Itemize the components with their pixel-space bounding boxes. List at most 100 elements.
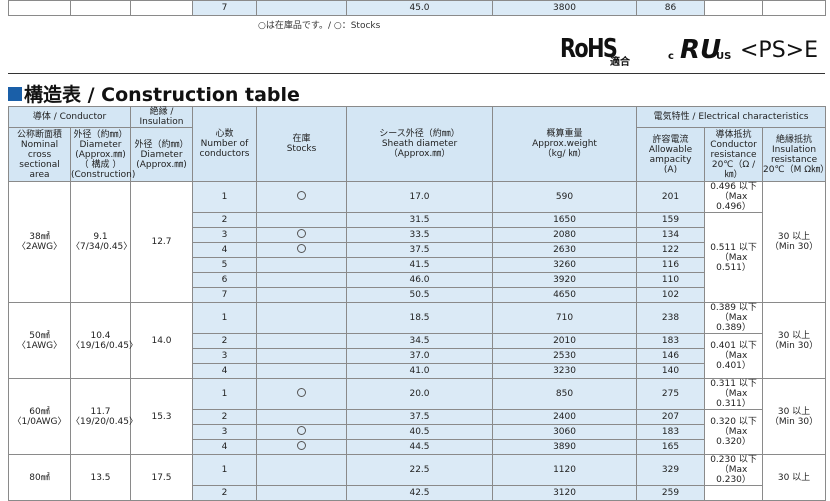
- ampacity-cell: 140: [636, 363, 706, 379]
- stock-circle-icon: [297, 388, 307, 397]
- weight-cell: 3800: [492, 0, 637, 16]
- cell-text: シース外径（約㎜）: [379, 129, 460, 139]
- cell-text: 140: [661, 366, 680, 376]
- weight-cell: 3060: [492, 424, 638, 440]
- insulation-resistance-cell: 30 以上 （Min 30）: [762, 302, 827, 379]
- cores-cell: 5: [192, 257, 258, 273]
- cell-text: Allowable: [648, 144, 693, 155]
- weight-cell: 2400: [492, 409, 638, 425]
- cores-cell: 2: [192, 333, 258, 349]
- cell-text: 259: [661, 488, 680, 498]
- insulation-diameter-cell: 14.0: [130, 302, 194, 379]
- cell-text: 2: [221, 336, 228, 346]
- cell-text: 外径（約㎜）: [134, 139, 189, 150]
- cell-text: 146: [661, 351, 680, 361]
- cell-text: 0.511 以下: [710, 242, 757, 253]
- cell-text: 3890: [553, 442, 576, 452]
- weight-cell: 2630: [492, 242, 638, 258]
- cell-text: 4: [221, 366, 228, 376]
- cell-text: 9.1: [93, 232, 108, 242]
- cell-text: 41.0: [409, 366, 430, 376]
- cell-text: （Max 0.496）: [716, 192, 751, 212]
- cell-text: 850: [555, 389, 574, 399]
- cell-text: 絶縁抵抗: [776, 134, 813, 145]
- cell-text: 41.5: [409, 260, 430, 270]
- cell-text: 7: [221, 290, 228, 300]
- stock-header: 在庫 Stocks: [256, 106, 348, 182]
- cell-text: 〈2AWG〉: [16, 242, 63, 252]
- ul-logo: RU: [680, 35, 722, 65]
- table-row: 60㎟ 〈1/0AWG〉 11.7 〈19/20/0.45〉 15.3 1 20.0 850 2…: [8, 378, 827, 455]
- cell-text: （Approx.㎜）: [388, 149, 451, 159]
- cell-text: 590: [555, 192, 574, 202]
- cell-text: 3230: [553, 366, 576, 376]
- ampacity-cell: 165: [636, 439, 706, 455]
- sheath-cell: 31.5: [346, 212, 494, 228]
- cell-text: 18.5: [409, 313, 430, 323]
- weight-cell: 590: [492, 181, 638, 213]
- cell-text: 2: [221, 215, 228, 225]
- section-title: 構造表 / Construction table: [8, 80, 300, 107]
- cell-text: 22.5: [409, 465, 430, 475]
- cell-text: 導体抵抗: [715, 129, 752, 140]
- cell-text: Sheath diameter: [381, 139, 458, 149]
- cell-text: 1650: [553, 215, 576, 225]
- cell-text: （Max 0.389）: [716, 313, 751, 333]
- cell-text: 60㎟: [29, 406, 50, 417]
- cell-text: 〈19/20/0.45〉: [71, 416, 139, 427]
- ampacity-cell: 201: [636, 181, 706, 213]
- cell-text: 1: [221, 465, 228, 475]
- stock-circle-icon: [297, 229, 307, 238]
- conductor-diameter-cell: 9.1 〈7/34/0.45〉: [69, 181, 132, 303]
- sheath-cell: 42.5: [346, 485, 494, 501]
- sheath-cell: 33.5: [346, 227, 494, 243]
- cell-text: 30 以上: [777, 406, 811, 417]
- ampacity-cell: 146: [636, 348, 706, 364]
- cul-us-label: US: [716, 51, 732, 62]
- stock-cell: [256, 272, 348, 288]
- cell-text: （Max 0.320）: [716, 427, 751, 447]
- sheath-cell: 41.5: [346, 257, 494, 273]
- ampacity-cell: 86: [636, 0, 705, 16]
- sheath-cell: 20.0: [346, 378, 494, 410]
- cell-text: 710: [555, 313, 574, 323]
- insulation-diameter-cell: 17.5: [130, 454, 194, 501]
- cell-text: 〈1AWG〉: [16, 340, 63, 351]
- stock-cell: [256, 287, 348, 303]
- square-bullet-icon: [8, 86, 22, 101]
- cell-text: ampacity: [649, 154, 692, 165]
- cul-c-label: c: [668, 51, 674, 62]
- cell-text: 4: [221, 442, 228, 452]
- cores-cell: 4: [192, 439, 258, 455]
- cores-cell: 2: [192, 485, 258, 501]
- rohs-sub-label: 適合: [610, 57, 630, 68]
- sheath-cell: 45.0: [346, 0, 493, 16]
- ampacity-cell: 116: [636, 257, 706, 273]
- cell-text: 4: [221, 245, 228, 255]
- stock-cell: [256, 257, 348, 273]
- cores-cell: 1: [192, 302, 258, 334]
- cell-text: 42.5: [409, 488, 430, 498]
- cell-text: （Min 30）: [769, 416, 819, 427]
- cell-text: 〈19/16/0.45〉: [71, 340, 139, 351]
- cell-text: 122: [661, 245, 680, 255]
- sheath-cell: 17.0: [346, 181, 494, 213]
- construction-table: 導体 / Conductor 絶縁 / Insulation 心数 Number of…: [7, 106, 829, 501]
- sheath-cell: 46.0: [346, 272, 494, 288]
- cell-text: 50.5: [409, 290, 430, 300]
- conductor-diameter-cell: 13.5: [69, 454, 132, 501]
- cell-text: 0.389 以下: [710, 303, 757, 313]
- cell-text: 0.311 以下: [710, 379, 757, 389]
- insulation-group-header: 絶縁 / Insulation: [130, 106, 194, 128]
- cores-cell: 7: [192, 287, 258, 303]
- cell-text: 0.320 以下: [710, 417, 757, 427]
- cell-text: resistance: [710, 149, 757, 160]
- cores-cell: 2: [192, 212, 258, 228]
- cell-text: 238: [661, 313, 680, 323]
- cell-text: 37.0: [409, 351, 430, 361]
- cell-text: 207: [661, 412, 680, 422]
- weight-cell: 2010: [492, 333, 638, 349]
- cores-header: 心数 Number of conductors: [192, 106, 258, 182]
- weight-cell: 3920: [492, 272, 638, 288]
- cell-text: 110: [661, 275, 680, 285]
